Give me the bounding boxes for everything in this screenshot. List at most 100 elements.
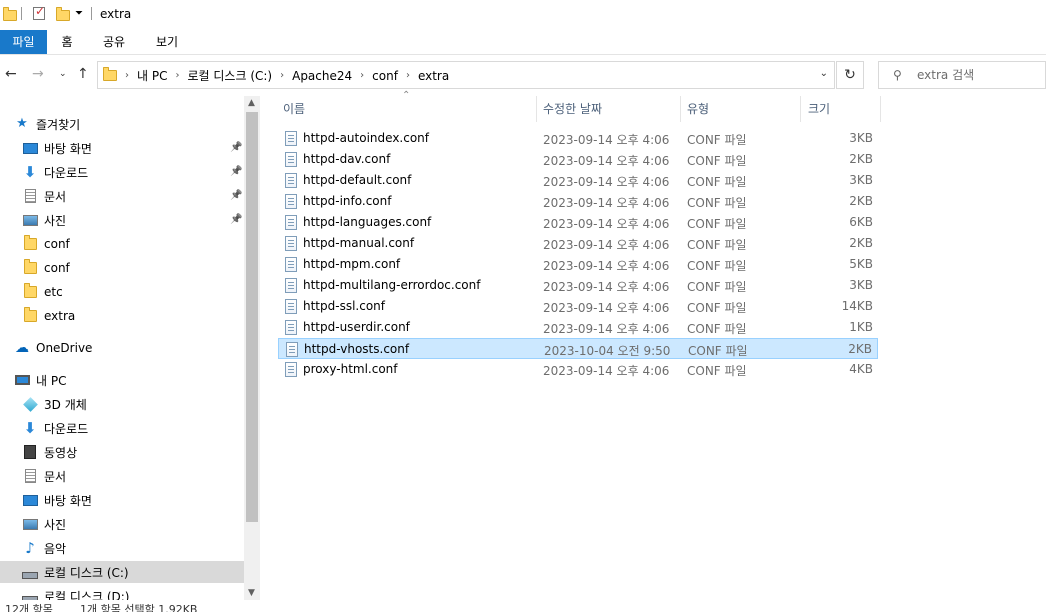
chevron-right-icon[interactable]: › <box>280 70 284 81</box>
address-bar[interactable]: › 내 PC › 로컬 디스크 (C:) › Apache24 › conf ›… <box>97 61 835 89</box>
scrollbar-thumb[interactable] <box>246 112 258 522</box>
tab-home[interactable]: 홈 <box>56 30 78 54</box>
nav-item-label: 로컬 디스크 (D:) <box>44 589 130 601</box>
file-name: httpd-manual.conf <box>303 236 415 250</box>
new-folder-icon[interactable] <box>56 7 70 24</box>
scroll-down-arrow-icon[interactable]: ▼ <box>248 588 255 598</box>
file-row[interactable]: httpd-mpm.conf 2023-09-14 오후 4:06 CONF 파일 5… <box>278 254 878 275</box>
back-arrow-icon[interactable]: ← <box>5 66 17 82</box>
3d-objects-icon <box>22 396 38 412</box>
column-header-size[interactable]: 크기 <box>808 96 830 122</box>
file-date: 2023-10-04 오전 9:50 <box>544 344 671 358</box>
nav-item-label: 내 PC <box>36 373 67 388</box>
pin-icon: 📌 <box>230 166 243 177</box>
search-box[interactable]: ⚲ <box>878 61 1046 89</box>
column-separator[interactable] <box>880 96 881 122</box>
pictures-icon <box>22 517 38 531</box>
nav-pc-item[interactable]: 동영상 <box>0 441 244 463</box>
nav-quick-item[interactable]: 문서 📌 <box>0 185 244 207</box>
breadcrumb-conf[interactable]: conf <box>372 69 398 83</box>
file-row[interactable]: httpd-multilang-errordoc.conf 2023-09-14 … <box>278 275 878 296</box>
tab-share[interactable]: 공유 <box>100 30 128 54</box>
file-type: CONF 파일 <box>687 364 747 378</box>
refresh-button[interactable]: ↻ <box>836 61 864 89</box>
nav-quick-item[interactable]: ⬇ 다운로드 📌 <box>0 161 244 183</box>
file-row[interactable]: proxy-html.conf 2023-09-14 오후 4:06 CONF 파일… <box>278 359 878 380</box>
column-separator[interactable] <box>800 96 801 122</box>
file-row[interactable]: httpd-dav.conf 2023-09-14 오후 4:06 CONF 파일 2… <box>278 149 878 170</box>
nav-pc-item[interactable]: 사진 <box>0 513 244 535</box>
file-row[interactable]: httpd-userdir.conf 2023-09-14 오후 4:06 CONF… <box>278 317 878 338</box>
file-row[interactable]: httpd-info.conf 2023-09-14 오후 4:06 CONF 파일… <box>278 191 878 212</box>
nav-quick-item[interactable]: 바탕 화면 📌 <box>0 137 244 159</box>
conf-file-icon <box>285 278 297 293</box>
nav-pc-item[interactable]: 로컬 디스크 (D:) <box>0 585 244 600</box>
breadcrumb-this-pc[interactable]: 내 PC <box>137 67 167 84</box>
nav-item-label: etc <box>44 285 63 299</box>
properties-icon[interactable] <box>33 4 45 23</box>
nav-quick-item[interactable]: conf <box>0 257 244 279</box>
nav-item-label: 문서 <box>44 469 67 484</box>
pc-icon <box>14 373 30 387</box>
conf-file-icon <box>285 257 297 272</box>
tab-file[interactable]: 파일 <box>0 30 47 54</box>
nav-quick-item[interactable]: extra <box>0 305 244 327</box>
quick-access-toolbar-dropdown-icon[interactable]: ⏷ <box>75 8 83 19</box>
file-name: proxy-html.conf <box>303 362 398 376</box>
file-row[interactable]: httpd-languages.conf 2023-09-14 오후 4:06 CO… <box>278 212 878 233</box>
chevron-right-icon[interactable]: › <box>360 70 364 81</box>
breadcrumb-drive-c[interactable]: 로컬 디스크 (C:) <box>187 67 272 84</box>
column-separator[interactable] <box>680 96 681 122</box>
column-separator[interactable] <box>536 96 537 122</box>
file-type: CONF 파일 <box>688 344 748 358</box>
nav-this-pc[interactable]: 내 PC <box>0 369 244 391</box>
nav-pc-item[interactable]: ♪ 음악 <box>0 537 244 559</box>
column-header-date[interactable]: 수정한 날짜 <box>543 96 602 122</box>
refresh-icon: ↻ <box>844 67 856 83</box>
nav-pc-item[interactable]: 바탕 화면 <box>0 489 244 511</box>
file-row[interactable]: httpd-manual.conf 2023-09-14 오후 4:06 CONF … <box>278 233 878 254</box>
file-type: CONF 파일 <box>687 259 747 273</box>
folder-icon <box>22 235 38 251</box>
up-arrow-icon[interactable]: ↑ <box>77 66 89 82</box>
conf-file-icon <box>285 236 297 251</box>
nav-quick-item[interactable]: 사진 📌 <box>0 209 244 231</box>
nav-item-label: 동영상 <box>44 445 78 460</box>
chevron-right-icon[interactable]: › <box>175 70 179 81</box>
folder-icon <box>3 7 17 24</box>
nav-onedrive[interactable]: ☁ OneDrive <box>0 337 244 359</box>
breadcrumb-apache24[interactable]: Apache24 <box>292 69 352 83</box>
file-name: httpd-mpm.conf <box>303 257 401 271</box>
address-history-chevron-down-icon[interactable]: ⌄ <box>820 68 828 79</box>
drive-icon <box>22 565 38 579</box>
status-bar: 12개 항목 1개 항목 선택함 1.92KB <box>0 600 1046 612</box>
file-name: httpd-default.conf <box>303 173 412 187</box>
status-selection: 1개 항목 선택함 1.92KB <box>80 603 198 612</box>
chevron-right-icon[interactable]: › <box>125 70 129 81</box>
nav-item-label: 3D 개체 <box>44 397 87 412</box>
file-row[interactable]: httpd-ssl.conf 2023-09-14 오후 4:06 CONF 파일 1… <box>278 296 878 317</box>
chevron-right-icon[interactable]: › <box>406 70 410 81</box>
nav-quick-item[interactable]: conf <box>0 233 244 255</box>
nav-pc-item[interactable]: ⬇ 다운로드 <box>0 417 244 439</box>
search-input[interactable] <box>917 66 1037 84</box>
file-date: 2023-09-14 오후 4:06 <box>543 259 670 273</box>
forward-arrow-icon[interactable]: → <box>32 66 44 82</box>
nav-quick-access[interactable]: ★ 즐겨찾기 <box>0 113 244 135</box>
nav-pc-item[interactable]: 로컬 디스크 (C:) <box>0 561 244 583</box>
column-header-name[interactable]: 이름 <box>283 96 305 122</box>
nav-pc-item[interactable]: 3D 개체 <box>0 393 244 415</box>
file-size: 3KB <box>849 131 873 145</box>
file-row[interactable]: httpd-default.conf 2023-09-14 오후 4:06 CONF… <box>278 170 878 191</box>
recent-locations-chevron-icon[interactable]: ⌄ <box>59 69 67 79</box>
file-row[interactable]: httpd-autoindex.conf 2023-09-14 오후 4:06 CO… <box>278 128 878 149</box>
file-row[interactable]: httpd-vhosts.conf 2023-10-04 오전 9:50 CONF … <box>278 338 878 359</box>
scroll-up-arrow-icon[interactable]: ▲ <box>248 98 255 108</box>
column-header-type[interactable]: 유형 <box>687 96 709 122</box>
breadcrumb-extra[interactable]: extra <box>418 69 449 83</box>
nav-quick-item[interactable]: etc <box>0 281 244 303</box>
file-name: httpd-dav.conf <box>303 152 391 166</box>
tab-view[interactable]: 보기 <box>153 30 181 54</box>
navigation-pane-scrollbar[interactable]: ▲ ▼ <box>244 96 260 600</box>
nav-pc-item[interactable]: 문서 <box>0 465 244 487</box>
